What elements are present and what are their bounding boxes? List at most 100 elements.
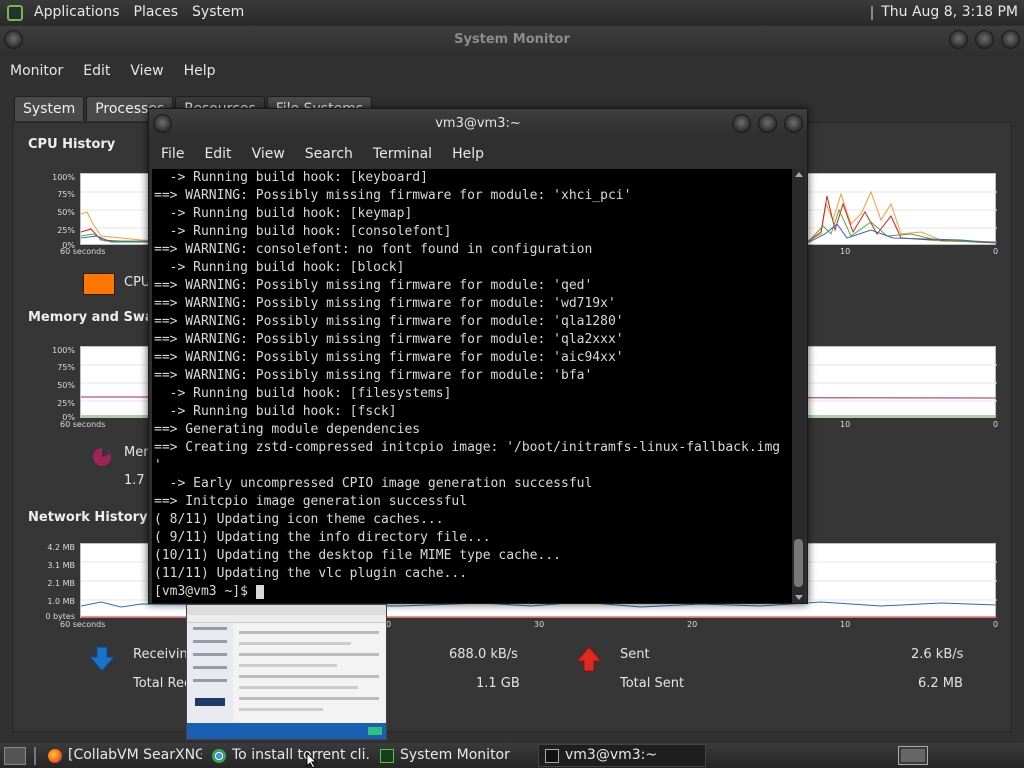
menu-monitor[interactable]: Monitor bbox=[0, 63, 73, 79]
places-menu[interactable]: Places bbox=[127, 0, 186, 25]
thumbnail-tabbar bbox=[187, 605, 386, 615]
send-arrow-icon[interactable] bbox=[576, 645, 602, 673]
terminal-prompt[interactable]: [vm3@vm3 ~]$ bbox=[152, 583, 792, 601]
taskbar-separator bbox=[34, 746, 36, 765]
menu-help[interactable]: Help bbox=[442, 146, 494, 162]
terminal-line: (11/11) Updating the vlc plugin cache... bbox=[154, 566, 468, 581]
thumbnail-sidebar bbox=[187, 623, 233, 723]
cpu-xtick: 60 seconds bbox=[60, 247, 106, 256]
menu-edit[interactable]: Edit bbox=[73, 63, 120, 79]
terminal-window-menu bbox=[153, 114, 172, 133]
minimize-button[interactable] bbox=[732, 114, 751, 133]
scroll-up-arrow-icon[interactable] bbox=[795, 172, 803, 177]
net-xtick: 20 bbox=[687, 620, 698, 629]
memory-pie-icon[interactable] bbox=[91, 446, 113, 468]
sent-value: 2.6 kB/s bbox=[911, 647, 964, 662]
menu-search[interactable]: Search bbox=[295, 146, 363, 162]
total-sent-label: Total Sent bbox=[620, 676, 685, 691]
workspace-switcher[interactable] bbox=[898, 746, 928, 765]
distro-logo-icon[interactable] bbox=[7, 4, 23, 21]
sysmon-window-menu bbox=[4, 30, 23, 49]
top-panel: Applications Places System Thu Aug 8, 3:… bbox=[0, 0, 1024, 25]
terminal-line: ==> Initcpio image generation successful bbox=[154, 494, 468, 509]
terminal-line: ==> WARNING: Possibly missing firmware f… bbox=[154, 332, 624, 347]
cpu-history-title: CPU History bbox=[28, 137, 116, 152]
menu-terminal[interactable]: Terminal bbox=[363, 146, 442, 162]
text-cursor bbox=[255, 584, 264, 599]
sent-label: Sent bbox=[620, 647, 650, 662]
cpu-ytick: 50% bbox=[57, 208, 75, 217]
task-chrome[interactable]: To install torrent cli... bbox=[206, 744, 370, 767]
thumbnail-banner bbox=[187, 723, 386, 739]
net-xtick: 0 bbox=[993, 620, 999, 629]
maximize-button[interactable] bbox=[758, 114, 777, 133]
terminal-line: -> Running build hook: [keyboard] bbox=[154, 170, 428, 185]
cpu-ytick: 100% bbox=[52, 173, 75, 182]
cpu-legend-label: CPU bbox=[124, 275, 151, 290]
close-button[interactable] bbox=[1001, 30, 1020, 49]
firefox-icon bbox=[48, 748, 62, 763]
task-system-monitor[interactable]: System Monitor bbox=[374, 744, 534, 767]
menu-view[interactable]: View bbox=[242, 146, 295, 162]
prompt-text: [vm3@vm3 ~]$ bbox=[154, 584, 256, 599]
window-menu-button[interactable] bbox=[153, 114, 172, 133]
system-menu[interactable]: System bbox=[185, 0, 251, 25]
tab-system[interactable]: System bbox=[14, 96, 85, 121]
mem-xtick: 60 seconds bbox=[60, 420, 106, 429]
menu-view[interactable]: View bbox=[120, 63, 173, 79]
mem-xtick: 0 bbox=[993, 420, 999, 429]
terminal-output[interactable]: -> Running build hook: [keyboard] ==> WA… bbox=[152, 169, 792, 603]
net-ytick: 3.1 MB bbox=[47, 561, 75, 570]
terminal-scrollbar[interactable] bbox=[792, 169, 805, 603]
cpu-xtick: 10 bbox=[840, 247, 851, 256]
terminal-line: ( 9/11) Updating the info directory file… bbox=[154, 530, 491, 545]
terminal-menubar: File Edit View Search Terminal Help bbox=[149, 139, 807, 169]
clock-text: Thu Aug 8, 3:18 PM bbox=[881, 4, 1018, 20]
browser-window-thumbnail[interactable] bbox=[186, 604, 387, 740]
maximize-button[interactable] bbox=[975, 30, 994, 49]
thumbnail-addressbar bbox=[187, 615, 386, 623]
total-received-label: Total Rec bbox=[133, 676, 192, 691]
mem-ytick: 75% bbox=[57, 363, 75, 372]
mem-ytick: 100% bbox=[52, 346, 75, 355]
task-label: [CollabVM SearXNG... bbox=[68, 747, 202, 763]
scroll-down-arrow-icon[interactable] bbox=[795, 595, 803, 600]
workspace-1[interactable] bbox=[901, 749, 925, 762]
desktop: Applications Places System Thu Aug 8, 3:… bbox=[0, 0, 1024, 768]
close-button[interactable] bbox=[784, 114, 803, 133]
sysmon-menubar: Monitor Edit View Help bbox=[0, 56, 1024, 86]
total-received-value: 1.1 GB bbox=[476, 676, 520, 691]
window-menu-button[interactable] bbox=[4, 30, 23, 49]
menu-help[interactable]: Help bbox=[174, 63, 226, 79]
receive-arrow-icon[interactable] bbox=[89, 645, 115, 673]
taskbar: [CollabVM SearXNG... To install torrent … bbox=[0, 743, 1024, 768]
total-sent-value: 6.2 MB bbox=[918, 676, 963, 691]
menu-file[interactable]: File bbox=[151, 146, 194, 162]
applications-menu[interactable]: Applications bbox=[27, 0, 127, 25]
terminal-titlebar[interactable]: vm3@vm3:~ bbox=[149, 109, 807, 139]
terminal-title: vm3@vm3:~ bbox=[435, 116, 521, 131]
scrollbar-thumb[interactable] bbox=[794, 539, 803, 587]
network-history-title: Network History bbox=[28, 510, 148, 525]
terminal-line: -> Running build hook: [block] bbox=[154, 260, 405, 275]
show-desktop-icon[interactable] bbox=[4, 746, 26, 765]
terminal-line: ==> WARNING: Possibly missing firmware f… bbox=[154, 188, 632, 203]
minimize-button[interactable] bbox=[949, 30, 968, 49]
sysmon-titlebar[interactable]: System Monitor bbox=[0, 26, 1024, 56]
terminal-line: ==> WARNING: Possibly missing firmware f… bbox=[154, 350, 624, 365]
task-label: System Monitor bbox=[400, 747, 510, 763]
task-terminal[interactable]: vm3@vm3:~ bbox=[538, 744, 706, 767]
mem-xtick: 10 bbox=[840, 420, 851, 429]
clock[interactable]: Thu Aug 8, 3:18 PM bbox=[871, 0, 1024, 25]
system-monitor-icon bbox=[380, 748, 394, 763]
cpu-ytick: 25% bbox=[57, 226, 75, 235]
mem-ytick: 25% bbox=[57, 399, 75, 408]
net-ytick: 4.2 MB bbox=[47, 543, 75, 552]
terminal-line: ==> Creating zstd-compressed initcpio im… bbox=[154, 440, 781, 455]
terminal-line: ==> WARNING: Possibly missing firmware f… bbox=[154, 314, 624, 329]
menu-edit[interactable]: Edit bbox=[194, 146, 241, 162]
task-firefox[interactable]: [CollabVM SearXNG... bbox=[42, 744, 202, 767]
cpu-color-swatch[interactable] bbox=[83, 273, 115, 295]
task-label: To install torrent cli... bbox=[232, 747, 370, 763]
terminal-line: -> Running build hook: [consolefont] bbox=[154, 224, 452, 239]
